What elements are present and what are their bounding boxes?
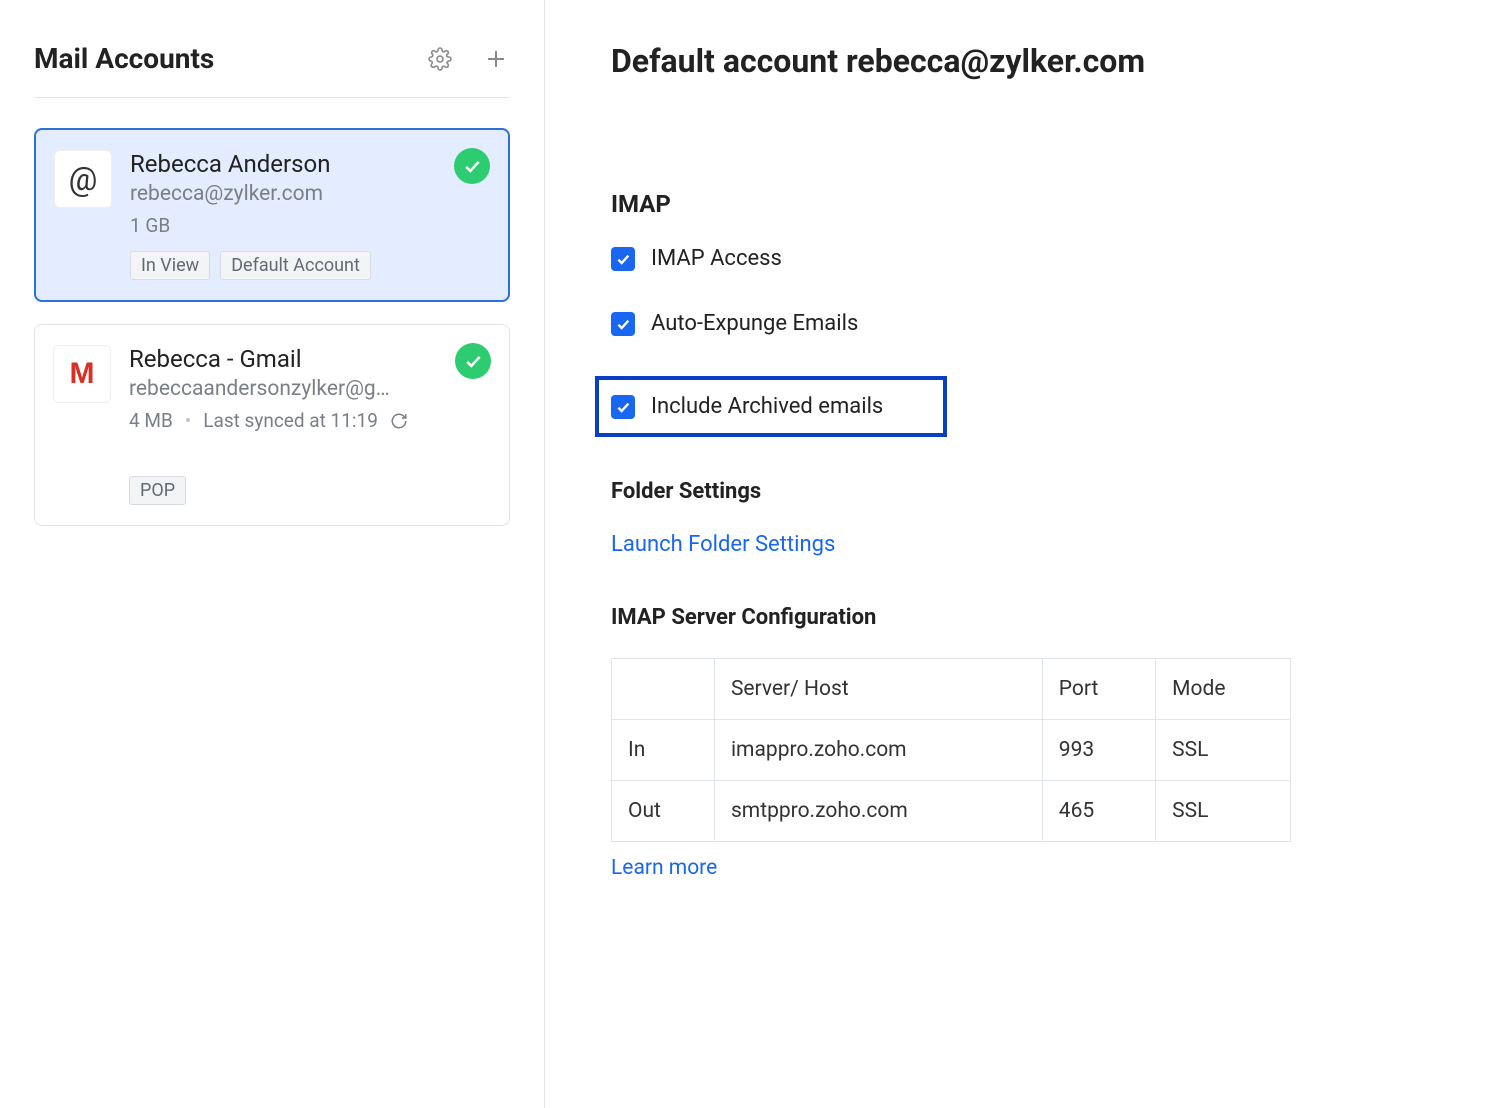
dot-separator: • (185, 409, 191, 432)
check-icon (454, 148, 490, 184)
col-server: Server/ Host (714, 659, 1042, 720)
checkbox-checked-icon[interactable] (611, 247, 635, 271)
account-meta: 4 MB • Last synced at 11:19 (129, 409, 491, 432)
table-row: In imappro.zoho.com 993 SSL (612, 720, 1291, 781)
account-email: rebecca@zylker.com (130, 182, 490, 206)
tag-pop: POP (129, 476, 186, 505)
account-size: 4 MB (129, 409, 173, 432)
include-archived-row[interactable]: Include Archived emails (595, 376, 947, 437)
account-name: Rebecca - Gmail (129, 345, 491, 373)
account-name: Rebecca Anderson (130, 150, 490, 178)
gmail-icon: M (53, 345, 111, 403)
account-tags: In View Default Account (130, 251, 490, 280)
account-tags: POP (129, 476, 491, 505)
check-icon (455, 343, 491, 379)
tag-default-account: Default Account (220, 251, 371, 280)
add-account-icon[interactable] (482, 45, 510, 73)
launch-folder-settings-link[interactable]: Launch Folder Settings (611, 532, 835, 557)
sidebar: Mail Accounts @ Rebecca Anderson rebecca… (0, 0, 545, 1108)
account-size: 1 GB (130, 214, 490, 237)
at-icon: @ (54, 150, 112, 208)
folder-settings-title: Folder Settings (611, 479, 1442, 504)
server-config-title: IMAP Server Configuration (611, 605, 1442, 630)
col-mode: Mode (1156, 659, 1291, 720)
page-title: Default account rebecca@zylker.com (611, 42, 1442, 80)
sidebar-header: Mail Accounts (34, 42, 510, 98)
imap-heading: IMAP (611, 190, 1442, 218)
refresh-icon[interactable] (390, 412, 408, 430)
table-row: Out smtppro.zoho.com 465 SSL (612, 781, 1291, 842)
gear-icon[interactable] (426, 45, 454, 73)
auto-expunge-row[interactable]: Auto-Expunge Emails (611, 311, 1442, 336)
tag-in-view: In View (130, 251, 210, 280)
main-panel: Default account rebecca@zylker.com IMAP … (545, 0, 1502, 1108)
include-archived-label: Include Archived emails (651, 394, 883, 419)
checkbox-checked-icon[interactable] (611, 312, 635, 336)
imap-access-label: IMAP Access (651, 246, 782, 271)
account-card-gmail[interactable]: M Rebecca - Gmail rebeccaandersonzylker@… (34, 324, 510, 526)
learn-more-link[interactable]: Learn more (611, 856, 1442, 880)
checkbox-checked-icon[interactable] (611, 395, 635, 419)
account-card-rebecca[interactable]: @ Rebecca Anderson rebecca@zylker.com 1 … (34, 128, 510, 302)
imap-access-row[interactable]: IMAP Access (611, 246, 1442, 271)
sidebar-title: Mail Accounts (34, 42, 214, 75)
server-config-table: Server/ Host Port Mode In imappro.zoho.c… (611, 658, 1291, 842)
table-header-row: Server/ Host Port Mode (612, 659, 1291, 720)
account-email: rebeccaandersonzylker@g… (129, 377, 491, 401)
col-blank (612, 659, 715, 720)
header-icons (426, 45, 510, 73)
auto-expunge-label: Auto-Expunge Emails (651, 311, 858, 336)
col-port: Port (1042, 659, 1155, 720)
account-synced: Last synced at 11:19 (203, 409, 378, 432)
